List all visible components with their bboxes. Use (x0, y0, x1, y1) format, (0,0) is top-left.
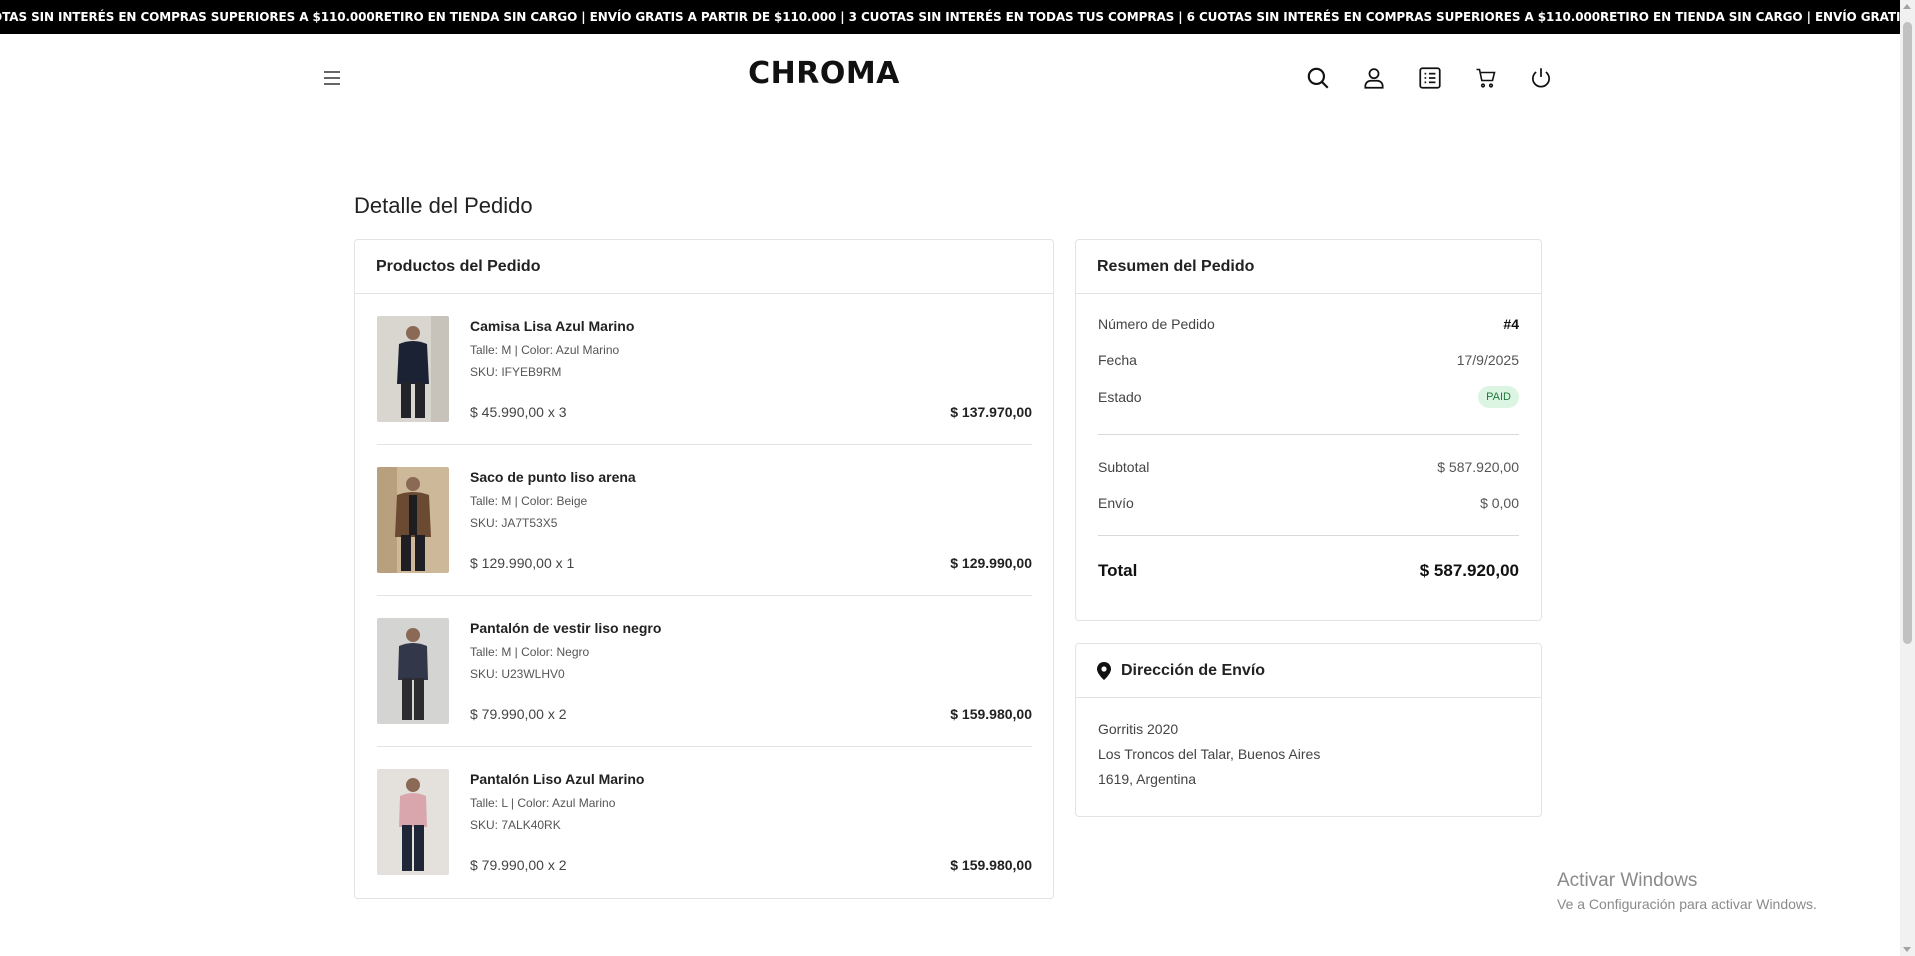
summary-card-title: Resumen del Pedido (1076, 240, 1541, 294)
product-attributes: Talle: M | Color: Negro (470, 645, 590, 659)
product-sku: SKU: 7ALK40RK (470, 818, 561, 832)
order-number-row: Número de Pedido #4 (1098, 316, 1519, 332)
address-line-1: Gorritis 2020 (1098, 721, 1179, 737)
total-value: $ 587.920,00 (1419, 561, 1519, 580)
product-line-total: $ 129.990,00 (950, 555, 1032, 571)
subtotal-value: $ 587.920,00 (1437, 459, 1519, 475)
menu-button[interactable] (320, 66, 344, 90)
order-date-row: Fecha 17/9/2025 (1098, 352, 1519, 368)
product-line-total: $ 159.980,00 (950, 706, 1032, 722)
shipping-value: $ 0,00 (1480, 495, 1519, 511)
page-title: Detalle del Pedido (354, 193, 533, 218)
account-button[interactable] (1360, 64, 1388, 92)
products-card-title: Productos del Pedido (355, 240, 1053, 294)
location-pin-icon (1097, 661, 1111, 680)
order-date-label: Fecha (1098, 352, 1137, 368)
subtotal-row: Subtotal $ 587.920,00 (1098, 459, 1519, 475)
product-name[interactable]: Camisa Lisa Azul Marino (470, 318, 634, 334)
divider (1098, 434, 1519, 435)
power-icon (1532, 68, 1550, 88)
orders-button[interactable] (1416, 64, 1444, 92)
divider (377, 746, 1032, 747)
product-item: Pantalón Liso Azul Marino Talle: L | Col… (377, 769, 1032, 921)
order-status-label: Estado (1098, 389, 1142, 405)
product-item: Camisa Lisa Azul Marino Talle: M | Color… (377, 316, 1032, 468)
product-image[interactable] (377, 467, 449, 573)
scroll-down-arrow-icon[interactable] (1903, 947, 1911, 952)
shipping-address-card: Dirección de Envío Gorritis 2020 Los Tro… (1075, 643, 1542, 817)
order-status-row: Estado PAID (1098, 386, 1519, 408)
product-attributes: Talle: M | Color: Azul Marino (470, 343, 620, 357)
order-number-value: #4 (1503, 316, 1519, 332)
divider (1098, 535, 1519, 536)
shipping-label: Envío (1098, 495, 1134, 511)
order-date-value: 17/9/2025 (1456, 352, 1519, 368)
divider (377, 595, 1032, 596)
subtotal-label: Subtotal (1098, 459, 1150, 475)
site-logo[interactable]: CHROMA (700, 56, 948, 91)
order-products-card: Productos del Pedido Camisa Lisa Azul Ma… (354, 239, 1054, 899)
windows-activation-watermark: Activar Windows Ve a Configuración para … (1557, 870, 1817, 912)
address-card-header: Dirección de Envío (1076, 644, 1541, 698)
user-icon (1364, 68, 1384, 89)
search-icon (1307, 67, 1329, 89)
product-unit-price-qty: $ 79.990,00 x 2 (470, 857, 567, 873)
orders-list-icon (1419, 67, 1441, 89)
product-name[interactable]: Pantalón de vestir liso negro (470, 620, 661, 636)
product-name[interactable]: Saco de punto liso arena (470, 469, 636, 485)
address-line-3: 1619, Argentina (1098, 771, 1197, 787)
product-sku: SKU: IFYEB9RM (470, 365, 562, 379)
menu-icon (324, 71, 340, 85)
product-image[interactable] (377, 769, 449, 875)
product-image[interactable] (377, 618, 449, 724)
page-scrollbar[interactable] (1900, 0, 1915, 956)
cart-icon (1476, 68, 1496, 88)
order-number-label: Número de Pedido (1098, 316, 1215, 332)
product-unit-price-qty: $ 129.990,00 x 1 (470, 555, 575, 571)
announcement-ticker: OTAS SIN INTERÉS EN COMPRAS SUPERIORES A… (0, 0, 1900, 34)
scroll-up-arrow-icon[interactable] (1903, 4, 1911, 9)
product-item: Pantalón de vestir liso negro Talle: M |… (377, 618, 1032, 770)
total-row: Total $ 587.920,00 (1098, 561, 1519, 581)
address-card-title: Dirección de Envío (1121, 661, 1266, 679)
watermark-subtitle: Ve a Configuración para activar Windows. (1557, 896, 1817, 912)
divider (377, 444, 1032, 445)
total-label: Total (1098, 561, 1138, 580)
search-button[interactable] (1304, 64, 1332, 92)
product-line-total: $ 137.970,00 (950, 404, 1032, 420)
address-line-2: Los Troncos del Talar, Buenos Aires (1098, 746, 1321, 762)
status-badge: PAID (1478, 386, 1519, 408)
product-attributes: Talle: L | Color: Azul Marino (470, 796, 616, 810)
watermark-title: Activar Windows (1557, 870, 1698, 891)
product-sku: SKU: JA7T53X5 (470, 516, 558, 530)
product-line-total: $ 159.980,00 (950, 857, 1032, 873)
product-name[interactable]: Pantalón Liso Azul Marino (470, 771, 645, 787)
ticker-text: OTAS SIN INTERÉS EN COMPRAS SUPERIORES A… (0, 10, 1900, 24)
site-header: CHROMA (0, 34, 1900, 122)
product-sku: SKU: U23WLHV0 (470, 667, 565, 681)
shipping-row: Envío $ 0,00 (1098, 495, 1519, 511)
product-attributes: Talle: M | Color: Beige (470, 494, 588, 508)
scrollbar-thumb[interactable] (1903, 22, 1912, 644)
product-unit-price-qty: $ 45.990,00 x 3 (470, 404, 567, 420)
order-summary-card: Resumen del Pedido Número de Pedido #4 F… (1075, 239, 1542, 621)
logout-button[interactable] (1527, 64, 1555, 92)
product-unit-price-qty: $ 79.990,00 x 2 (470, 706, 567, 722)
cart-button[interactable] (1472, 64, 1500, 92)
product-item: Saco de punto liso arena Talle: M | Colo… (377, 467, 1032, 619)
product-image[interactable] (377, 316, 449, 422)
